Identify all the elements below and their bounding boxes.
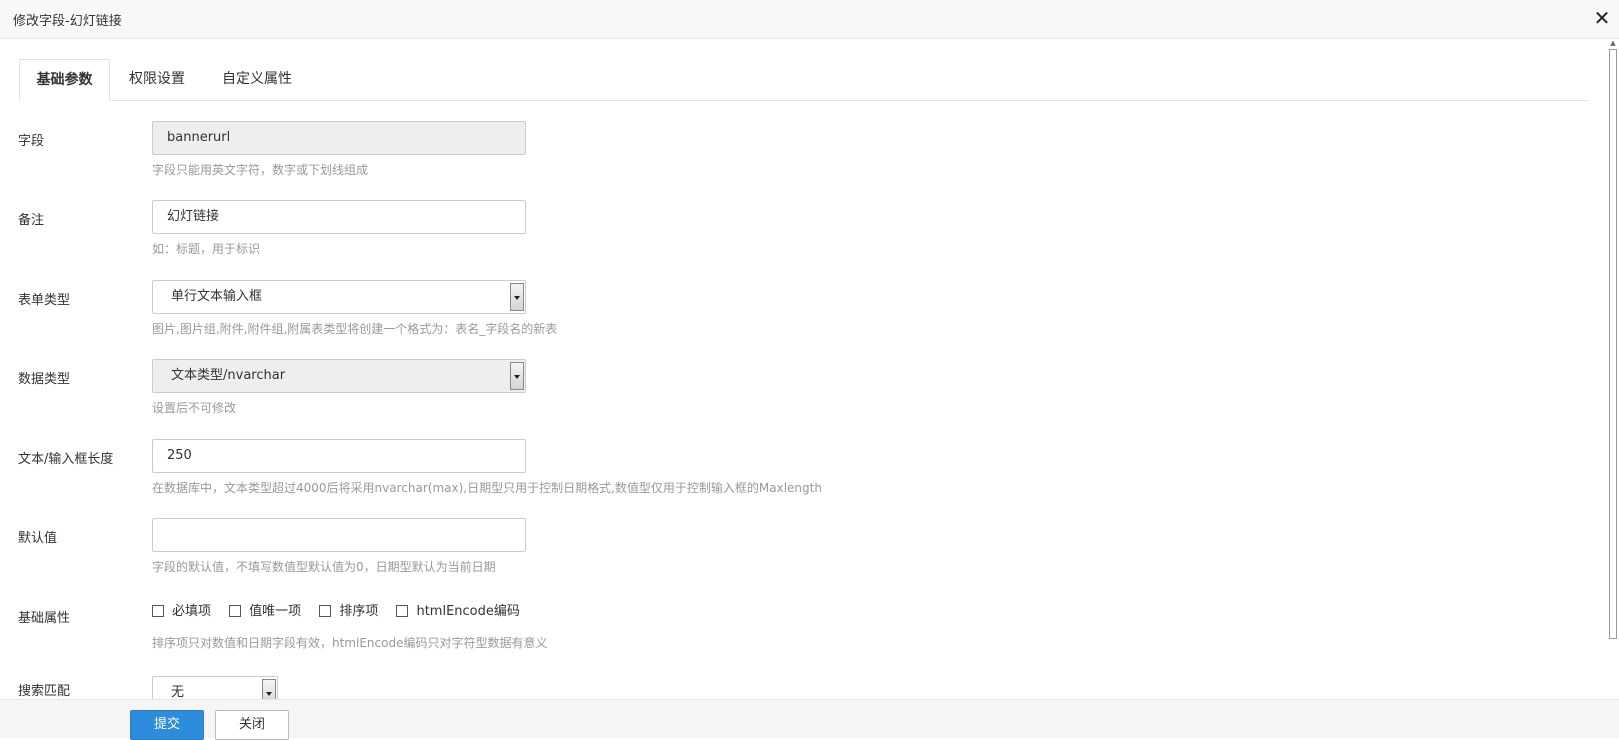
dialog-title: 修改字段-幻灯链接 [13,14,122,29]
checkbox-unique-label: 值唯一项 [249,604,302,619]
scrollbar-thumb[interactable] [1609,49,1617,639]
form-type-selected: 单行文本输入框 [171,289,263,304]
form-type-select[interactable]: 单行文本输入框 [152,280,526,314]
dialog-footer: 提交 关闭 [0,699,1619,740]
base-attributes-checkboxes: 必填项 值唯一项 排序项 htmlEncode编码 [152,600,534,619]
dropdown-arrow-icon[interactable] [510,283,524,311]
tab-custom-attributes[interactable]: 自定义属性 [203,59,311,101]
remark-input[interactable]: 幻灯链接 [152,200,526,234]
checkbox-sortable-label: 排序项 [339,604,379,619]
vertical-scrollbar[interactable]: ▲ [1607,39,1619,699]
checkbox-box[interactable] [396,605,409,617]
length-hint: 在数据库中，文本类型超过4000后将采用nvarchar(max),日期型只用于… [152,481,822,495]
checkbox-box[interactable] [229,605,242,617]
field-hint: 字段只能用英文字符，数字或下划线组成 [152,163,369,177]
length-label: 文本/输入框长度 [18,452,114,467]
data-type-select[interactable]: 文本类型/nvarchar [152,359,526,393]
data-type-selected: 文本类型/nvarchar [171,368,286,383]
form-type-hint: 图片,图片组,附件,附件组,附属表类型将创建一个格式为：表名_字段名的新表 [152,322,558,336]
length-input[interactable]: 250 [152,439,526,473]
search-match-label: 搜索匹配 [18,684,71,699]
field-name-input[interactable]: bannerurl [152,121,526,155]
data-type-label: 数据类型 [18,372,71,387]
form-type-label: 表单类型 [18,293,71,308]
dialog-titlebar: 修改字段-幻灯链接 ✕ [0,0,1619,39]
tab-permissions[interactable]: 权限设置 [111,59,203,101]
scroll-up-icon[interactable]: ▲ [1609,39,1617,47]
checkbox-required[interactable]: 必填项 [152,600,211,619]
data-type-hint: 设置后不可修改 [152,401,237,415]
tab-bar: 基础参数 权限设置 自定义属性 [19,59,1587,101]
close-button[interactable]: 关闭 [215,710,289,740]
field-label: 字段 [18,134,45,149]
checkbox-html-encode-label: htmlEncode编码 [416,604,520,619]
submit-button[interactable]: 提交 [130,710,204,740]
base-attributes-label: 基础属性 [18,611,71,626]
base-attributes-hint: 排序项只对数值和日期字段有效，htmlEncode编码只对字符型数据有意义 [152,636,548,650]
checkbox-box[interactable] [319,605,332,617]
checkbox-html-encode[interactable]: htmlEncode编码 [396,600,520,619]
dropdown-arrow-icon[interactable] [510,362,524,390]
checkbox-required-label: 必填项 [172,604,212,619]
default-value-label: 默认值 [18,531,58,546]
checkbox-unique[interactable]: 值唯一项 [229,600,301,619]
default-value-input[interactable] [152,518,526,552]
checkbox-sortable[interactable]: 排序项 [319,600,378,619]
checkbox-box[interactable] [152,605,164,617]
close-icon[interactable]: ✕ [1591,7,1613,29]
tab-basic-params[interactable]: 基础参数 [19,59,110,101]
remark-hint: 如：标题，用于标识 [152,242,261,256]
remark-label: 备注 [18,213,45,228]
default-value-hint: 字段的默认值，不填写数值型默认值为0，日期型默认为当前日期 [152,560,496,574]
